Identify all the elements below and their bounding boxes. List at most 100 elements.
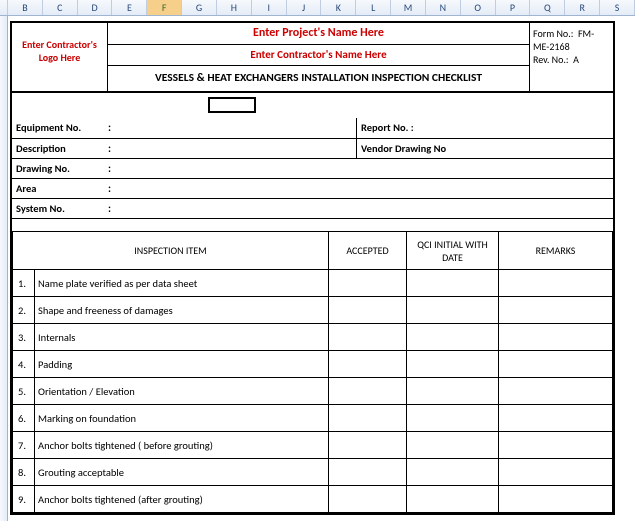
inspection-table: INSPECTION ITEM ACCEPTED QCI INITIAL WIT… [12,231,613,513]
column-header-cell[interactable]: H [217,0,252,15]
remarks-cell[interactable] [499,486,613,513]
column-header-cell[interactable]: D [78,0,113,15]
item-number: 2. [13,297,35,324]
remarks-cell[interactable] [499,297,613,324]
item-text: Padding [35,351,329,378]
column-header-cell[interactable]: J [287,0,322,15]
project-name-placeholder: Enter Project's Name Here [108,23,529,45]
row-headers [0,16,8,521]
meta-row-system: System No. : [12,198,613,218]
inspection-form: Enter Contractor's Logo Here Enter Proje… [10,21,615,515]
column-header-cell[interactable]: M [391,0,426,15]
item-text: Internals [35,324,329,351]
column-header-cell[interactable]: N [426,0,461,15]
qci-cell[interactable] [407,270,499,297]
item-text: Grouting acceptable [35,459,329,486]
item-number: 7. [13,432,35,459]
meta-table-gap [12,219,613,231]
description-label: Description [12,139,108,158]
rev-no-value: A [573,53,579,66]
column-header-cell[interactable]: F [147,0,182,15]
table-row: 6.Marking on foundation [13,405,613,432]
column-header-cell[interactable]: I [252,0,287,15]
remarks-cell[interactable] [499,324,613,351]
meta-row-area: Area : [12,178,613,198]
report-no-label: Report No. : [357,118,477,138]
accepted-cell[interactable] [329,270,407,297]
col-qci: QCI INITIAL WITH DATE [407,232,499,270]
qci-cell[interactable] [407,378,499,405]
column-header-cell[interactable]: S [600,0,635,15]
form-number-block: Form No.: FM-ME-2168 Rev. No.: A [529,23,613,91]
equipment-no-label: Equipment No. [12,118,108,138]
table-row: 9.Anchor bolts tightened (after grouting… [13,486,613,513]
drawing-no-value[interactable] [126,159,357,178]
qci-cell[interactable] [407,459,499,486]
area-value[interactable] [126,179,357,198]
qci-cell[interactable] [407,324,499,351]
remarks-cell[interactable] [499,432,613,459]
meta-row-drawing: Drawing No. : [12,158,613,178]
qci-cell[interactable] [407,297,499,324]
accepted-cell[interactable] [329,486,407,513]
table-row: 2.Shape and freeness of damages [13,297,613,324]
report-no-value[interactable] [477,118,613,138]
spreadsheet-area[interactable]: Enter Contractor's Logo Here Enter Proje… [8,16,635,521]
item-number: 9. [13,486,35,513]
qci-cell[interactable] [407,486,499,513]
description-value[interactable] [126,139,357,158]
item-number: 8. [13,459,35,486]
system-no-value[interactable] [126,199,357,218]
table-row: 3.Internals [13,324,613,351]
remarks-cell[interactable] [499,459,613,486]
equipment-no-value[interactable] [126,118,357,138]
meta-row-description: Description : Vendor Drawing No [12,138,613,158]
remarks-cell[interactable] [499,270,613,297]
column-headers: BCDEFGHIJKLMNOPQRS [0,0,635,16]
column-header-cell[interactable]: O [461,0,496,15]
accepted-cell[interactable] [329,297,407,324]
column-header-cell[interactable]: B [8,0,43,15]
col-accepted: ACCEPTED [329,232,407,270]
column-header-cell[interactable]: L [356,0,391,15]
item-number: 6. [13,405,35,432]
qci-cell[interactable] [407,432,499,459]
column-header-cell[interactable]: E [112,0,147,15]
accepted-cell[interactable] [329,378,407,405]
accepted-cell[interactable] [329,351,407,378]
accepted-cell[interactable] [329,432,407,459]
column-header-cell[interactable]: R [565,0,600,15]
column-header-cell[interactable]: P [496,0,531,15]
vendor-drawing-value[interactable] [477,139,613,158]
form-header: Enter Contractor's Logo Here Enter Proje… [12,23,613,92]
qci-cell[interactable] [407,351,499,378]
item-number: 3. [13,324,35,351]
form-no-label: Form No.: [533,27,573,40]
vendor-drawing-label: Vendor Drawing No [357,139,477,158]
item-text: Shape and freeness of damages [35,297,329,324]
accepted-cell[interactable] [329,324,407,351]
item-text: Name plate verified as per data sheet [35,270,329,297]
accepted-cell[interactable] [329,459,407,486]
form-title: VESSELS & HEAT EXCHANGERS INSTALLATION I… [108,66,529,91]
remarks-cell[interactable] [499,378,613,405]
area-label: Area [12,179,108,198]
col-inspection-item: INSPECTION ITEM [13,232,329,270]
column-header-cell[interactable]: K [321,0,356,15]
qci-cell[interactable] [407,405,499,432]
item-number: 5. [13,378,35,405]
column-header-cell[interactable]: G [182,0,217,15]
remarks-cell[interactable] [499,351,613,378]
accepted-cell[interactable] [329,405,407,432]
system-no-label: System No. [12,199,108,218]
table-row: 7.Anchor bolts tightened ( before grouti… [13,432,613,459]
remarks-cell[interactable] [499,405,613,432]
column-header-cell[interactable]: Q [530,0,565,15]
table-row: 1.Name plate verified as per data sheet [13,270,613,297]
item-text: Anchor bolts tightened (after grouting) [35,486,329,513]
table-row: 5.Orientation / Elevation [13,378,613,405]
column-header-cell[interactable]: C [43,0,78,15]
item-number: 1. [13,270,35,297]
drawing-no-label: Drawing No. [12,159,108,178]
header-spacer [12,92,613,118]
